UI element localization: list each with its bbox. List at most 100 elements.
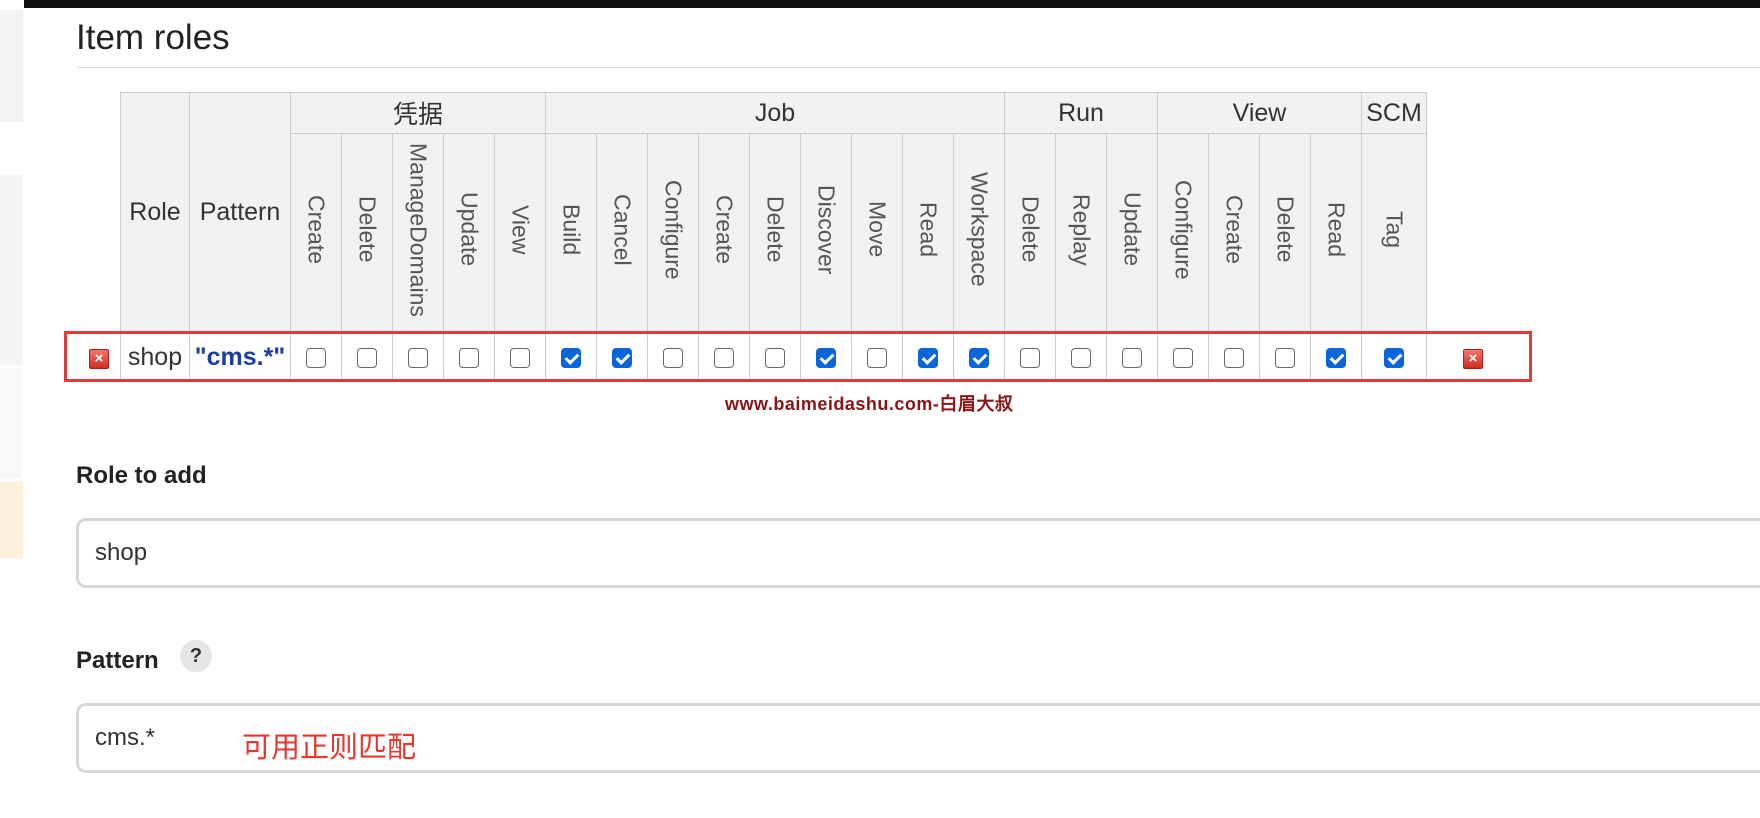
permission-column-header: Workspace <box>953 133 1005 333</box>
permission-cell <box>698 332 750 382</box>
permission-checkbox[interactable] <box>1071 347 1091 368</box>
role-pattern-text: "cms.*" <box>194 342 286 371</box>
permission-cell <box>1208 332 1260 382</box>
permission-checkbox[interactable] <box>561 347 581 368</box>
permission-column-header: Create <box>698 133 750 333</box>
delete-role-icon[interactable]: × <box>1463 349 1483 369</box>
permission-column-header: Configure <box>647 133 699 333</box>
permission-cell <box>494 332 546 382</box>
delete-role-icon[interactable]: × <box>89 349 109 369</box>
permission-label: Cancel <box>609 193 636 266</box>
permission-checkbox[interactable] <box>663 347 683 368</box>
permission-checkbox[interactable] <box>306 347 326 368</box>
permission-label: Create <box>711 194 738 265</box>
permission-column-header: Update <box>1106 133 1158 333</box>
role-to-add-label: Role to add <box>76 462 207 489</box>
table-row: shop "cms.*" <box>120 332 1427 382</box>
permission-cell <box>1361 332 1427 382</box>
permission-cell <box>1157 332 1209 382</box>
permission-group-header: Run <box>1004 92 1158 134</box>
permission-checkbox[interactable] <box>867 347 887 368</box>
permission-column-header: ManageDomains <box>392 133 444 333</box>
permission-cell <box>1004 332 1056 382</box>
permission-cell <box>902 332 954 382</box>
permission-column-header: Read <box>1310 133 1362 333</box>
permission-checkbox[interactable] <box>408 347 428 368</box>
permission-label: Update <box>1119 192 1146 267</box>
permission-column-header: Cancel <box>596 133 648 333</box>
permission-checkbox[interactable] <box>1384 347 1404 368</box>
permission-label: Delete <box>354 196 381 263</box>
permission-checkbox[interactable] <box>1275 347 1295 368</box>
help-icon[interactable]: ? <box>180 640 212 672</box>
permission-checkbox[interactable] <box>1173 347 1193 368</box>
permission-cell <box>749 332 801 382</box>
permission-checkbox[interactable] <box>1326 347 1346 368</box>
permission-column-header: Configure <box>1157 133 1209 333</box>
role-column-header: Role <box>120 92 190 333</box>
permission-column-header: View <box>494 133 546 333</box>
permission-label: Configure <box>660 179 687 280</box>
permission-checkbox[interactable] <box>1224 347 1244 368</box>
permission-column-header: Create <box>290 133 342 333</box>
permission-label: Discover <box>813 184 840 275</box>
permission-group-header: Job <box>545 92 1005 134</box>
permission-column-header: Delete <box>1259 133 1311 333</box>
left-strip-block <box>0 175 23 365</box>
permission-column-header: Build <box>545 133 597 333</box>
permission-label: Build <box>558 203 585 256</box>
permission-group-header: View <box>1157 92 1362 134</box>
permission-label: ManageDomains <box>405 142 432 317</box>
permission-cell <box>596 332 648 382</box>
permission-label: Read <box>1323 202 1350 257</box>
left-strip-block <box>0 368 23 478</box>
permission-label: View <box>507 204 534 255</box>
top-bar <box>24 0 1760 8</box>
permission-checkbox[interactable] <box>816 347 836 368</box>
permission-checkbox[interactable] <box>1122 347 1142 368</box>
permission-column-header: Delete <box>749 133 801 333</box>
permission-label: Tag <box>1381 210 1408 249</box>
role-name-cell: shop <box>120 332 190 382</box>
permission-checkbox[interactable] <box>612 347 632 368</box>
permission-cell <box>290 332 342 382</box>
permission-label: Delete <box>1017 196 1044 263</box>
permission-cell <box>392 332 444 382</box>
permission-label: Delete <box>762 196 789 263</box>
permission-checkbox[interactable] <box>714 347 734 368</box>
permission-checkbox[interactable] <box>510 347 530 368</box>
item-roles-table: Role Pattern 凭据 Job Run View SCM Create Delet… <box>120 92 1427 382</box>
permission-cell <box>545 332 597 382</box>
permission-label: Workspace <box>966 172 993 287</box>
pattern-column-header: Pattern <box>189 92 291 333</box>
permission-cell <box>800 332 852 382</box>
permission-checkbox[interactable] <box>969 347 989 368</box>
permission-column-header: Discover <box>800 133 852 333</box>
permission-column-header: Delete <box>341 133 393 333</box>
permission-cell <box>1259 332 1311 382</box>
permission-label: Read <box>915 202 942 257</box>
watermark-text: www.baimeidashu.com-白眉大叔 <box>725 394 1014 414</box>
permission-label: Update <box>456 192 483 267</box>
permission-checkbox[interactable] <box>357 347 377 368</box>
permission-column-header: Tag <box>1361 133 1427 333</box>
section-divider <box>76 67 1760 68</box>
permission-column-header: Create <box>1208 133 1260 333</box>
permission-group-header: 凭据 <box>290 92 546 134</box>
permission-checkbox[interactable] <box>459 347 479 368</box>
permission-cell <box>341 332 393 382</box>
permission-checkbox[interactable] <box>1020 347 1040 368</box>
left-strip-block <box>0 482 23 558</box>
permission-column-header: Delete <box>1004 133 1056 333</box>
role-pattern-cell: "cms.*" <box>189 332 291 382</box>
permission-checkbox[interactable] <box>765 347 785 368</box>
permission-label: Delete <box>1272 196 1299 263</box>
permission-cell <box>953 332 1005 382</box>
permission-column-header: Update <box>443 133 495 333</box>
permission-checkbox[interactable] <box>918 347 938 368</box>
permission-label: Create <box>1221 194 1248 265</box>
role-to-add-input[interactable] <box>76 518 1760 588</box>
permission-cell <box>443 332 495 382</box>
annotation-text: 可用正则匹配 <box>242 732 417 764</box>
permission-cell <box>647 332 699 382</box>
